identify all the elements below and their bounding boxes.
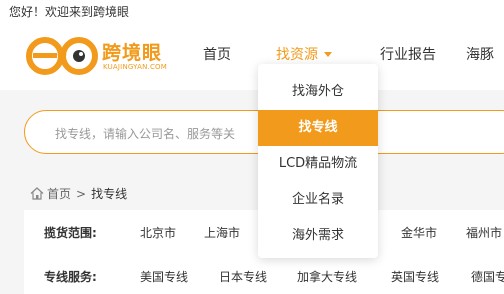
search-input[interactable]: 找专线，请输入公司名、服务等关	[55, 125, 235, 142]
breadcrumb-current: 找专线	[91, 187, 128, 201]
menu-item-company-directory[interactable]: 企业名录	[258, 182, 378, 218]
filter-area-option[interactable]: 上海市	[204, 224, 240, 241]
filter-area-label: 揽货范围:	[44, 226, 97, 240]
home-icon	[30, 187, 44, 200]
breadcrumb-separator: >	[76, 186, 87, 201]
menu-item-dedicated-line[interactable]: 找专线	[258, 110, 378, 146]
nav-trade[interactable]: 海豚	[466, 44, 494, 64]
filter-line-service: 专线服务: 美国专线 日本专线 加拿大专线 英国专线 德国专	[24, 254, 504, 294]
menu-item-overseas-warehouse[interactable]: 找海外仓	[258, 74, 378, 110]
breadcrumb: 首页 > 找专线	[30, 185, 127, 202]
welcome-text: 您好！欢迎来到跨境眼	[9, 5, 130, 19]
caret-down-icon	[324, 51, 332, 57]
site-logo[interactable]: 跨境眼 KUAJINGYAN.COM	[26, 34, 186, 80]
filter-line-option[interactable]: 美国专线	[140, 268, 188, 285]
filter-line-option[interactable]: 德国专	[471, 268, 504, 285]
logo-name-en: KUAJINGYAN.COM	[103, 63, 167, 71]
filter-area-option[interactable]: 金华市	[401, 224, 437, 241]
nav-resources[interactable]: 找资源	[276, 44, 332, 64]
filter-line-label: 专线服务:	[44, 270, 97, 284]
filter-area-option[interactable]: 北京市	[140, 224, 176, 241]
breadcrumb-home[interactable]: 首页	[47, 185, 71, 202]
nav-resources-label: 找资源	[276, 47, 318, 63]
resources-dropdown-menu: 找海外仓 找专线 LCD精品物流 企业名录 海外需求	[258, 64, 378, 258]
nav-home[interactable]: 首页	[203, 44, 231, 64]
nav-industry-report[interactable]: 行业报告	[380, 44, 436, 64]
logo-eyes-icon	[26, 37, 98, 75]
menu-item-lcd-logistics[interactable]: LCD精品物流	[258, 146, 378, 182]
filter-line-option[interactable]: 日本专线	[219, 268, 267, 285]
logo-name-cn: 跨境眼	[102, 42, 163, 64]
filter-area-option[interactable]: 福州市	[466, 224, 502, 241]
menu-item-overseas-demand[interactable]: 海外需求	[258, 218, 378, 254]
filter-line-option[interactable]: 英国专线	[391, 268, 439, 285]
header: 跨境眼 KUAJINGYAN.COM 首页 找资源 行业报告 海豚	[0, 24, 504, 90]
top-bar: 您好！欢迎来到跨境眼	[0, 0, 504, 24]
filter-line-option[interactable]: 加拿大专线	[297, 268, 357, 285]
